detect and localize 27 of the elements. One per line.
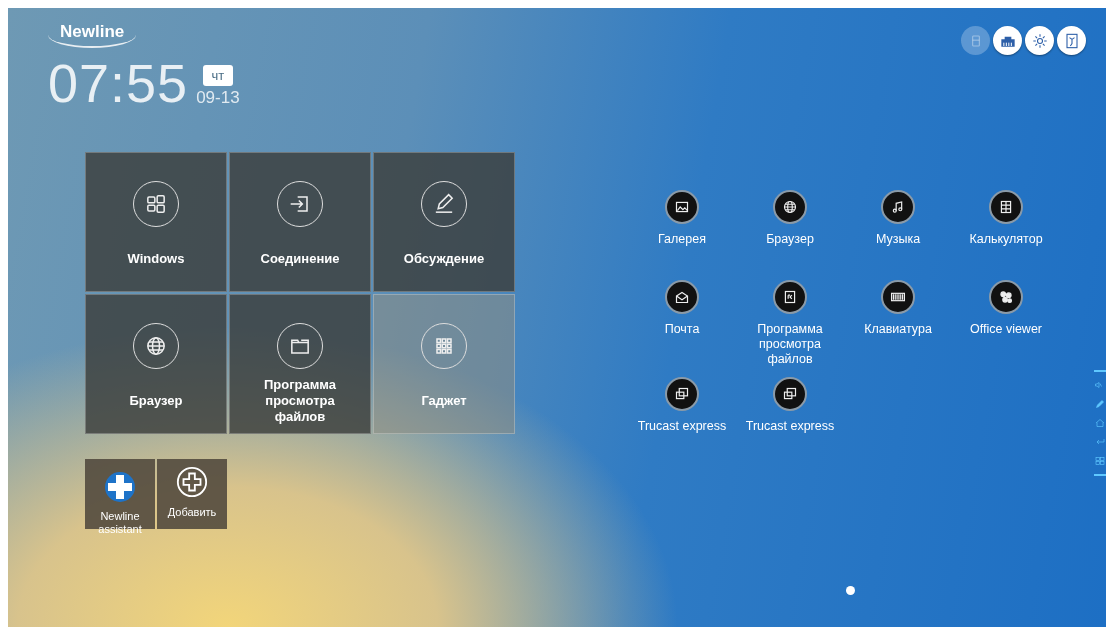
home-icon <box>1094 417 1106 429</box>
app-shortcut[interactable]: Почта <box>628 280 736 367</box>
app-tile[interactable]: Windows <box>85 152 227 292</box>
app-shortcut[interactable]: Калькулятор <box>952 190 1060 270</box>
app-shortcut[interactable]: Музыка <box>844 190 952 270</box>
page-indicator-dot[interactable] <box>846 586 855 595</box>
brand-logo: Newline <box>48 22 137 48</box>
app-shortcut[interactable]: Trucast express <box>628 377 736 457</box>
app-shortcut[interactable]: Браузер <box>736 190 844 270</box>
windows-icon <box>1094 455 1106 467</box>
app-shortcut[interactable]: Галерея <box>628 190 736 270</box>
app-tile[interactable]: Браузер <box>85 294 227 434</box>
app-tile[interactable]: Программа просмотра файлов <box>229 294 371 434</box>
medical-cross-icon <box>104 471 136 503</box>
pen-icon <box>1094 398 1106 410</box>
plus-circle-icon <box>175 465 209 499</box>
app-tile[interactable]: Обсуждение <box>373 152 515 292</box>
clock-time: 07:55 <box>48 56 189 110</box>
app-tile[interactable]: Гаджет <box>373 294 515 434</box>
weekday-badge: чт <box>202 65 234 86</box>
app-shortcut[interactable]: Office viewer <box>952 280 1060 367</box>
app-tile[interactable]: Соединение <box>229 152 371 292</box>
app-shortcut[interactable]: Клавиатура <box>844 280 952 367</box>
app-shortcut[interactable]: Программа просмотра файлов <box>736 280 844 367</box>
app-shortcut[interactable]: Trucast express <box>736 377 844 457</box>
add-tile[interactable]: Добавить <box>157 459 227 529</box>
clock-date: 09-13 <box>196 88 240 108</box>
